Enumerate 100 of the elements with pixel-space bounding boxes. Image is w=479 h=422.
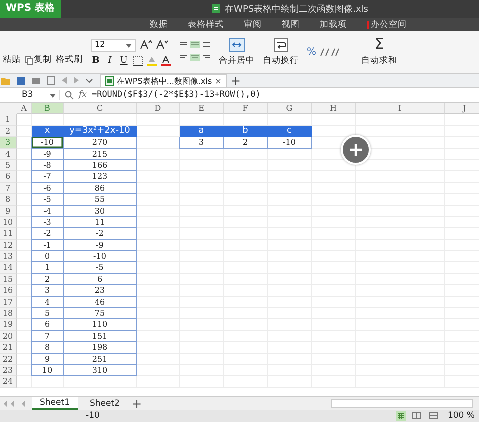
row-header[interactable]: 14 [0, 262, 17, 274]
row-header[interactable]: 16 [0, 285, 17, 297]
menu-tab[interactable]: 表格样式 [188, 18, 224, 30]
row-header[interactable]: 5 [0, 160, 17, 172]
border-icon [133, 56, 143, 66]
sheet-tab[interactable]: Sheet2 [82, 397, 128, 410]
empty-cell[interactable] [137, 285, 180, 297]
row-header[interactable]: 7 [0, 182, 17, 194]
menu-tab[interactable]: 视图 [282, 18, 300, 30]
column-header[interactable]: F [224, 103, 268, 114]
column-header[interactable]: B [32, 103, 64, 114]
row-header[interactable]: 4 [0, 148, 17, 160]
empty-cell[interactable] [137, 342, 180, 354]
row-header[interactable]: 9 [0, 206, 17, 217]
column-header[interactable]: C [64, 103, 137, 114]
table-cell: -2 [31, 228, 64, 240]
column-header[interactable]: J [445, 103, 479, 114]
undo-icon[interactable] [62, 77, 67, 84]
row-header[interactable]: 23 [0, 364, 17, 376]
wrap-text-icon [274, 38, 288, 52]
row-header[interactable]: 21 [0, 342, 17, 354]
format-button[interactable]: U [119, 56, 129, 66]
empty-cell[interactable] [137, 194, 180, 206]
column-header[interactable]: A [17, 103, 32, 114]
percent-button[interactable]: % [307, 46, 317, 58]
empty-cell[interactable] [137, 262, 180, 274]
empty-cell[interactable] [32, 376, 64, 388]
empty-cell[interactable] [137, 240, 180, 252]
row-header[interactable]: 18 [0, 308, 17, 320]
row-header[interactable]: 11 [0, 228, 17, 240]
table-cell: 310 [63, 364, 137, 376]
column-header[interactable]: D [137, 103, 180, 114]
quick-action-menu[interactable] [341, 135, 371, 165]
format-button[interactable]: I [105, 56, 115, 66]
row-header[interactable]: 22 [0, 354, 17, 365]
formula-field[interactable]: =ROUND($F$3/(-2*$E$3)-13+ROW(),0) [92, 90, 479, 100]
caret-icon[interactable] [86, 78, 93, 82]
empty-cell[interactable] [137, 251, 180, 262]
empty-cell[interactable] [137, 228, 180, 240]
empty-cell[interactable] [137, 206, 180, 217]
redo-icon[interactable] [74, 77, 79, 84]
empty-cell[interactable] [356, 114, 445, 126]
menu-tab[interactable]: 办公空间 [367, 18, 407, 30]
column-header[interactable]: I [356, 103, 445, 114]
empty-cell[interactable] [137, 114, 180, 126]
empty-cell[interactable] [137, 376, 180, 388]
column-header[interactable]: E [180, 103, 224, 114]
row-header[interactable]: 24 [0, 376, 17, 388]
empty-cell[interactable] [180, 148, 224, 160]
column-header[interactable]: H [312, 103, 356, 114]
empty-cell[interactable] [137, 160, 180, 172]
menu-tab[interactable]: 审阅 [244, 18, 262, 30]
paste-button[interactable]: 粘贴 [3, 54, 21, 66]
empty-cell[interactable] [137, 319, 180, 331]
row-header[interactable]: 13 [0, 251, 17, 262]
document-tab[interactable]: 在WPS表格中...数图像.xls × [100, 74, 227, 87]
add-sheet-button[interactable]: + [132, 398, 142, 410]
sheet-tab[interactable]: Sheet1 [32, 397, 78, 410]
font-size-field[interactable]: 12 [91, 38, 136, 52]
merge-button[interactable]: 合并居中 [219, 38, 255, 66]
column-header[interactable]: G [268, 103, 312, 114]
row-header[interactable]: 20 [0, 330, 17, 342]
folder-icon[interactable] [1, 76, 10, 84]
row-header[interactable]: 10 [0, 216, 17, 228]
app-name: WPS 表格 [0, 0, 62, 18]
empty-cell[interactable] [224, 148, 268, 160]
empty-cell[interactable] [137, 330, 180, 342]
empty-cell[interactable] [137, 308, 180, 320]
menu-tab[interactable]: 加载项 [320, 18, 347, 30]
empty-cell[interactable] [137, 354, 180, 365]
empty-cell[interactable] [137, 364, 180, 376]
row-header[interactable]: 15 [0, 274, 17, 286]
row-header[interactable]: 12 [0, 240, 17, 252]
empty-cell[interactable] [137, 216, 180, 228]
horizontal-scrollbar[interactable] [331, 399, 473, 408]
name-box[interactable]: B3 [0, 90, 60, 100]
row-header[interactable]: 17 [0, 296, 17, 308]
copy-button[interactable]: 复制 [25, 54, 52, 66]
menu-tab[interactable]: 数据 [150, 18, 168, 30]
row-header[interactable]: 8 [0, 194, 17, 206]
row-header[interactable]: 2 [0, 126, 17, 138]
row-header[interactable]: 6 [0, 171, 17, 183]
row-header[interactable]: 19 [0, 319, 17, 331]
empty-cell[interactable] [137, 182, 180, 194]
empty-cell[interactable] [137, 148, 180, 160]
close-tab-button[interactable]: × [215, 76, 222, 86]
empty-cell[interactable] [137, 274, 180, 286]
empty-cell[interactable] [268, 148, 312, 160]
empty-cell[interactable] [312, 114, 356, 126]
format-button[interactable]: B [91, 56, 101, 66]
row-header[interactable]: 1 [0, 114, 17, 126]
new-tab-button[interactable]: + [230, 74, 241, 86]
empty-cell[interactable] [137, 296, 180, 308]
empty-cell[interactable] [137, 171, 180, 183]
wrap-button[interactable]: 自动换行 [263, 38, 299, 66]
brush-button[interactable]: 格式刷 [56, 54, 83, 66]
empty-cell[interactable] [64, 376, 137, 388]
autosum-button[interactable]: Σ 自动求和 [362, 37, 398, 67]
function-label[interactable]: fx [79, 90, 87, 100]
row-header[interactable]: 3 [0, 137, 17, 149]
